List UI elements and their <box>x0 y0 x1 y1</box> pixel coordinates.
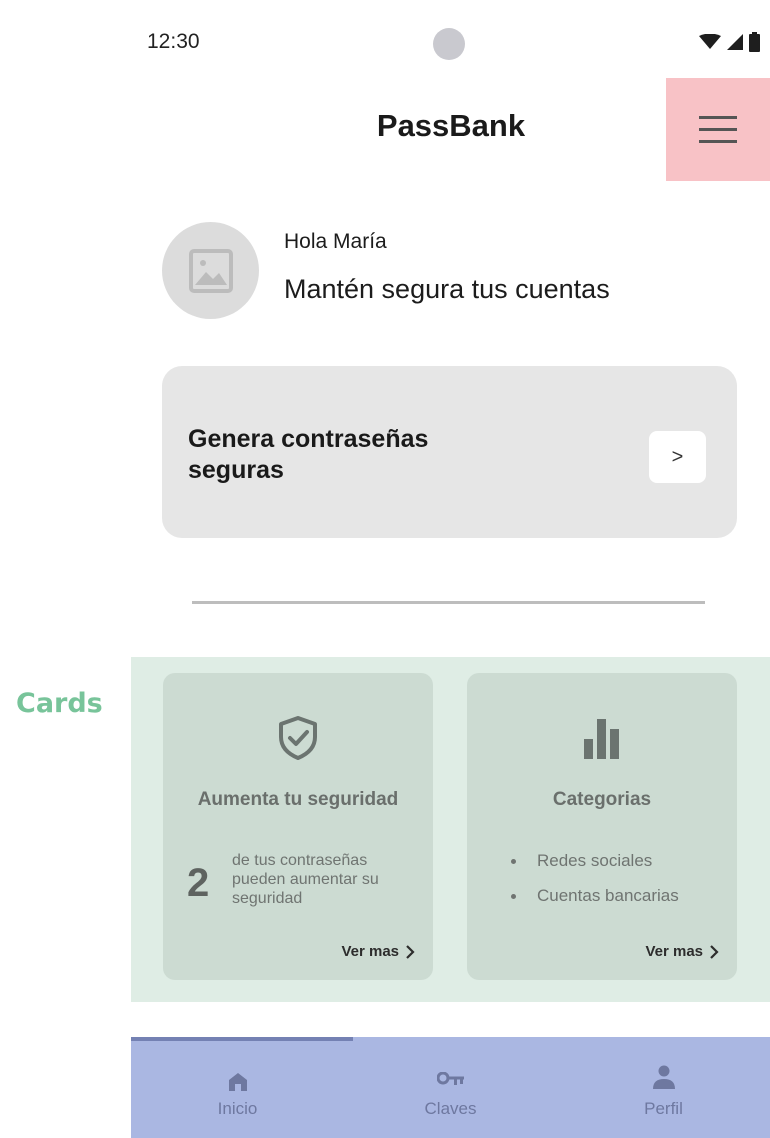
divider <box>192 601 705 604</box>
categories-card-title: Categorias <box>552 789 652 810</box>
greeting-hello: Hola María <box>284 230 387 253</box>
bottom-nav: Inicio Claves Perfil <box>131 1037 770 1138</box>
chevron-right-icon <box>710 944 719 959</box>
list-item[interactable]: Redes sociales <box>509 851 679 871</box>
person-icon <box>652 1065 675 1089</box>
cards-annotation-label: Cards <box>16 688 103 719</box>
security-ver-mas-label: Ver mas <box>341 943 399 960</box>
camera-cutout <box>433 28 465 60</box>
status-icons <box>699 32 760 52</box>
security-card[interactable]: Aumenta tu seguridad 2 de tus contraseña… <box>163 673 433 980</box>
menu-button[interactable] <box>666 78 770 181</box>
nav-item-inicio[interactable]: Inicio <box>131 1037 344 1138</box>
list-item[interactable]: Cuentas bancarias <box>509 886 679 906</box>
signal-icon <box>727 34 743 50</box>
weak-password-text: de tus contraseñas pueden aumentar su se… <box>232 852 379 907</box>
security-ver-mas-link[interactable]: Ver mas <box>341 943 415 960</box>
hamburger-menu-icon <box>699 115 737 143</box>
chevron-right-icon <box>406 944 415 959</box>
bar-chart-icon <box>584 719 619 759</box>
phone-screen: 12:30 PassBank Hola María Mantén segura … <box>131 0 770 1138</box>
categories-ver-mas-label: Ver mas <box>645 943 703 960</box>
status-time: 12:30 <box>147 30 200 53</box>
nav-label-perfil: Perfil <box>644 1099 683 1118</box>
category-list: Redes sociales Cuentas bancarias <box>509 851 679 921</box>
battery-icon <box>749 32 760 52</box>
nav-item-perfil[interactable]: Perfil <box>557 1037 770 1138</box>
generate-arrow-button[interactable]: > <box>649 431 706 483</box>
avatar[interactable] <box>162 222 259 319</box>
security-card-title: Aumenta tu seguridad <box>197 789 399 810</box>
categories-card[interactable]: Categorias Redes sociales Cuentas bancar… <box>467 673 737 980</box>
categories-ver-mas-link[interactable]: Ver mas <box>645 943 719 960</box>
greeting-message: Mantén segura tus cuentas <box>284 274 610 304</box>
home-icon <box>228 1073 247 1091</box>
chevron-right-icon: > <box>671 445 684 468</box>
image-placeholder-icon <box>188 248 233 293</box>
weak-password-count: 2 <box>187 861 210 905</box>
shield-check-icon <box>279 716 317 760</box>
nav-label-inicio: Inicio <box>217 1099 258 1118</box>
wifi-icon <box>699 34 721 49</box>
app-title: PassBank <box>376 108 526 143</box>
generate-passwords-label: Genera contraseñas seguras <box>188 425 429 484</box>
cards-region: Aumenta tu seguridad 2 de tus contraseña… <box>131 657 770 1002</box>
generate-passwords-card[interactable]: Genera contraseñas seguras > <box>162 366 737 538</box>
nav-label-claves: Claves <box>424 1099 477 1118</box>
key-icon <box>436 1072 464 1085</box>
nav-item-claves[interactable]: Claves <box>344 1037 557 1138</box>
